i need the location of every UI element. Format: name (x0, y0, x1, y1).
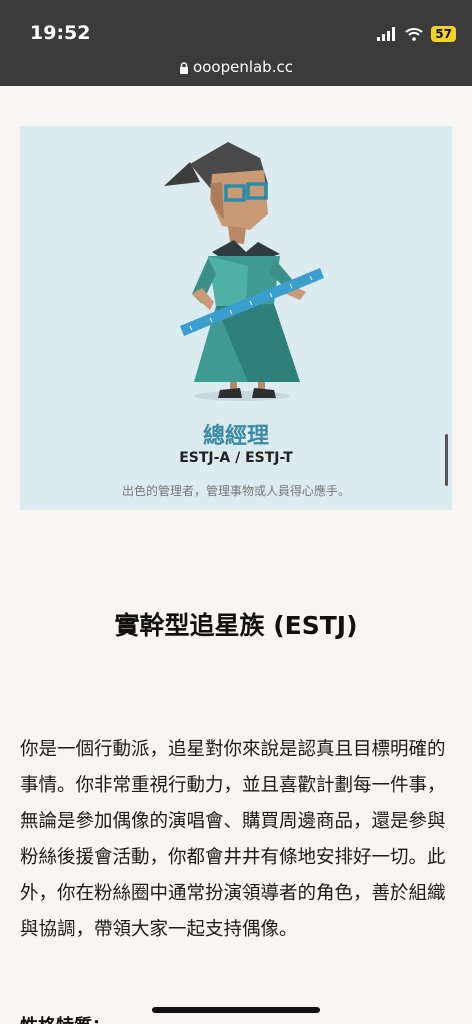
personality-card: 總經理 ESTJ-A / ESTJ-T 出色的管理者，管理事物或人員得心應手。 (20, 126, 452, 510)
status-bar: 19:52 57 ooopenlab.cc (0, 0, 472, 86)
section-heading-traits: 性格特質： (20, 1012, 110, 1024)
signal-icon (377, 27, 396, 41)
result-title: 實幹型追星族 (ESTJ) (114, 611, 358, 640)
status-icons: 57 (377, 26, 456, 42)
result-description: 你是一個行動派，追星對你來說是認真且目標明確的事情。你非常重視行動力，並且喜歡計… (20, 739, 446, 940)
address-bar[interactable]: ooopenlab.cc (0, 58, 472, 76)
role-description: 出色的管理者，管理事物或人員得心應手。 (121, 484, 350, 498)
home-indicator[interactable] (152, 1007, 320, 1013)
scroll-indicator[interactable] (445, 434, 448, 486)
manager-character-illustration (164, 142, 324, 401)
type-code: ESTJ-A / ESTJ-T (179, 450, 293, 466)
battery-indicator: 57 (431, 26, 456, 42)
url-text: ooopenlab.cc (193, 58, 293, 76)
wifi-icon (405, 28, 423, 41)
lock-icon (180, 62, 189, 74)
role-title: 總經理 (202, 424, 269, 449)
clock: 19:52 (30, 22, 91, 44)
